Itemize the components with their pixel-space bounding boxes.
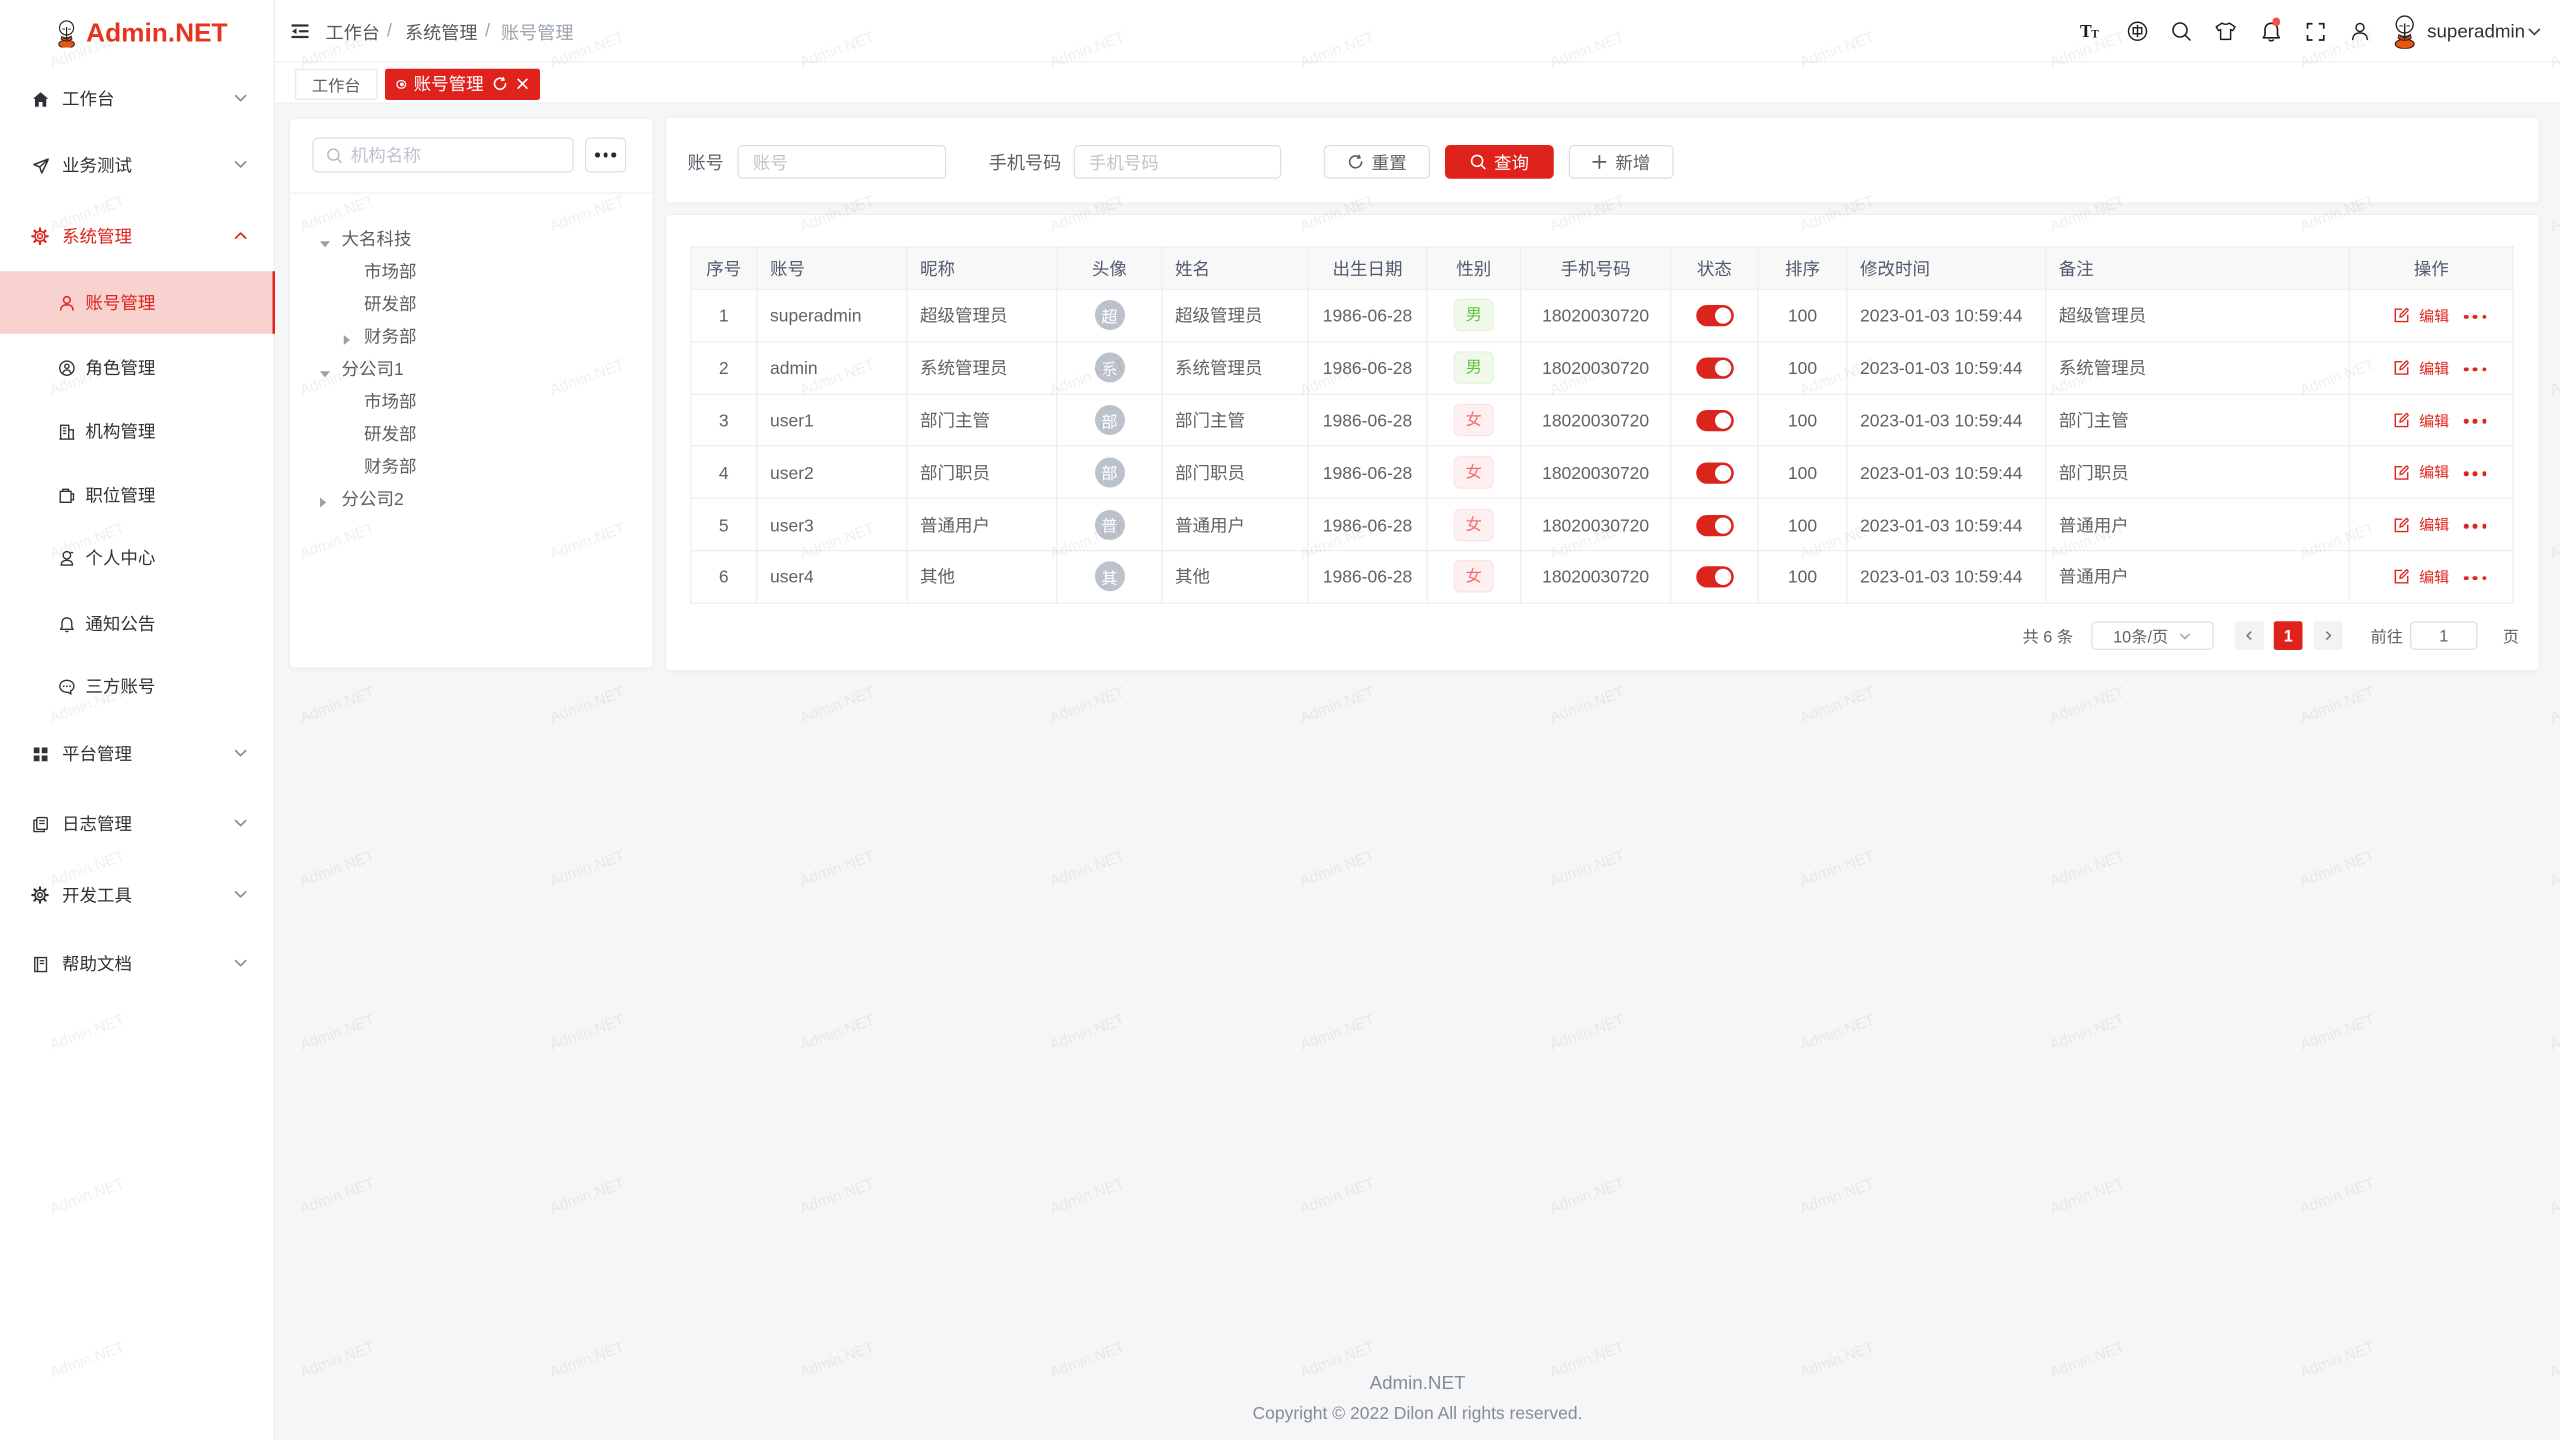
svg-text:T: T xyxy=(2079,21,2091,41)
svg-text:T: T xyxy=(2091,29,2099,41)
